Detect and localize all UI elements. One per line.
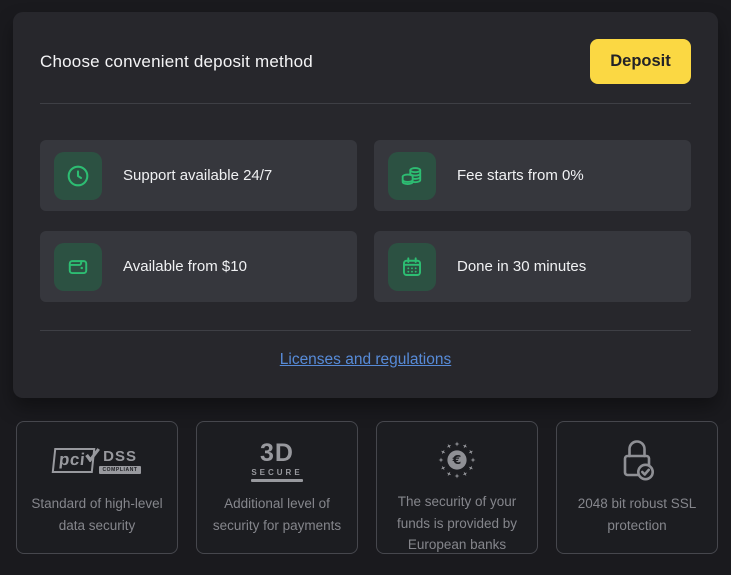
deposit-button[interactable]: Deposit <box>590 39 691 84</box>
feature-tile-fee: Fee starts from 0% <box>374 140 691 211</box>
feature-tiles: Support available 24/7 Fee starts from 0… <box>40 140 691 302</box>
deposit-card: Choose convenient deposit method Deposit… <box>13 12 718 398</box>
euro-stars-icon: € <box>434 437 480 483</box>
svg-text:€: € <box>452 452 462 467</box>
3d-text: 3D <box>260 438 294 467</box>
badge-caption: Additional level of security for payment… <box>212 496 342 533</box>
footer-divider <box>40 330 691 331</box>
dss-text: DSS <box>103 447 137 465</box>
badge-caption: 2048 bit robust SSL protection <box>577 496 697 533</box>
feature-label: Support available 24/7 <box>123 167 273 184</box>
badge-european-banks: € The security of your funds is provided… <box>376 421 538 554</box>
badge-ssl: 2048 bit robust SSL protection <box>556 421 718 554</box>
calendar-icon <box>388 242 436 291</box>
check-icon <box>84 447 101 467</box>
badge-3d-secure: 3D SECURE Additional level of security f… <box>196 421 358 554</box>
feature-label: Available from $10 <box>123 258 247 275</box>
ssl-lock-icon <box>615 437 659 485</box>
compliant-text: COMPLIANT <box>99 465 141 474</box>
clock-icon <box>54 151 102 200</box>
feature-tile-speed: Done in 30 minutes <box>374 231 691 302</box>
licenses-link[interactable]: Licenses and regulations <box>280 351 451 368</box>
feature-tile-support: Support available 24/7 <box>40 140 357 211</box>
badge-pci-dss: pci DSS COMPLIANT Standard of high-level… <box>16 421 178 554</box>
pci-dss-logo: pci DSS COMPLIANT <box>52 437 141 485</box>
feature-label: Done in 30 minutes <box>457 258 587 275</box>
page-title: Choose convenient deposit method <box>40 51 313 71</box>
header-divider <box>40 103 691 104</box>
badge-caption: Standard of high-level data security <box>31 496 163 533</box>
trust-badges: pci DSS COMPLIANT Standard of high-level… <box>16 421 718 554</box>
feature-tile-minimum: Available from $10 <box>40 231 357 302</box>
card-header: Choose convenient deposit method Deposit <box>40 39 691 84</box>
link-row: Licenses and regulations <box>40 351 691 369</box>
secure-underline <box>251 478 303 482</box>
coins-icon <box>388 151 436 200</box>
secure-text: SECURE <box>251 467 303 477</box>
badge-caption: The security of your funds is provided b… <box>396 494 518 553</box>
feature-label: Fee starts from 0% <box>457 167 584 184</box>
three-d-secure-logo: 3D SECURE <box>251 437 303 485</box>
wallet-icon <box>54 242 102 291</box>
